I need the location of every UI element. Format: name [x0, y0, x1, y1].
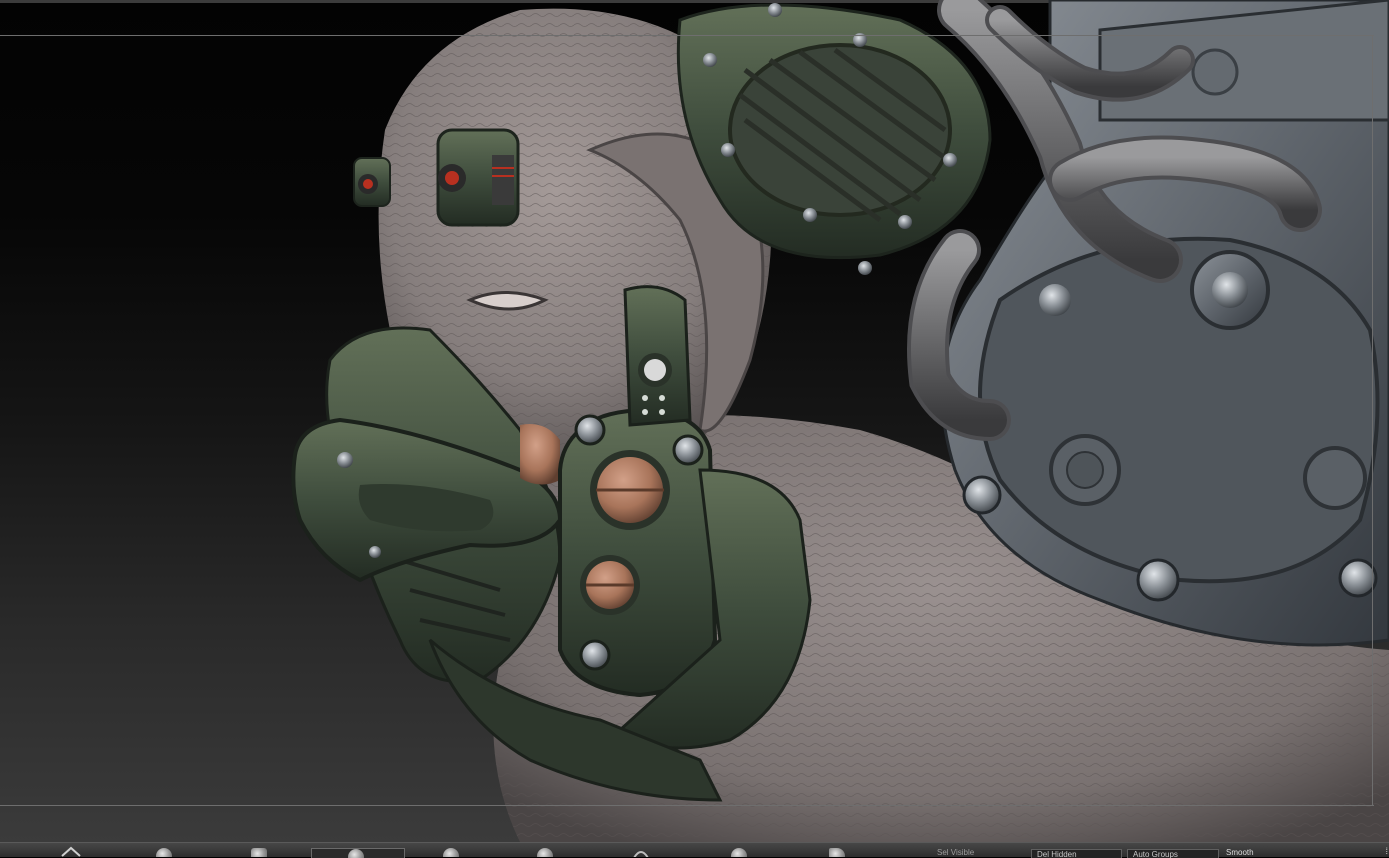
- auto-groups-button[interactable]: Auto Groups: [1127, 849, 1219, 858]
- frame-bottom-line: [0, 805, 1374, 806]
- pinch-brush-icon[interactable]: [630, 845, 652, 857]
- clay-brush-icon[interactable]: [248, 845, 270, 857]
- shelf-scroll-handle[interactable]: ⁞: [1385, 846, 1388, 856]
- frame-top-line: [0, 35, 1374, 36]
- sculpted-model[interactable]: [0, 0, 1389, 842]
- smooth-brush-icon[interactable]: [728, 845, 750, 857]
- transpose-brush-icon[interactable]: [60, 845, 82, 857]
- bottom-shelf: Sel Visible Del Hidden Auto Groups Smoot…: [0, 842, 1389, 858]
- trim-brush-icon[interactable]: [826, 845, 848, 857]
- standard-brush-icon[interactable]: [153, 845, 175, 857]
- del-hidden-button[interactable]: Del Hidden: [1031, 849, 1122, 858]
- canvas-viewport[interactable]: [0, 0, 1389, 842]
- dam-standard-brush-icon[interactable]: [440, 845, 462, 857]
- move-brush-icon[interactable]: [311, 848, 405, 858]
- frame-right-line: [1372, 35, 1373, 806]
- inflate-brush-icon[interactable]: [534, 845, 556, 857]
